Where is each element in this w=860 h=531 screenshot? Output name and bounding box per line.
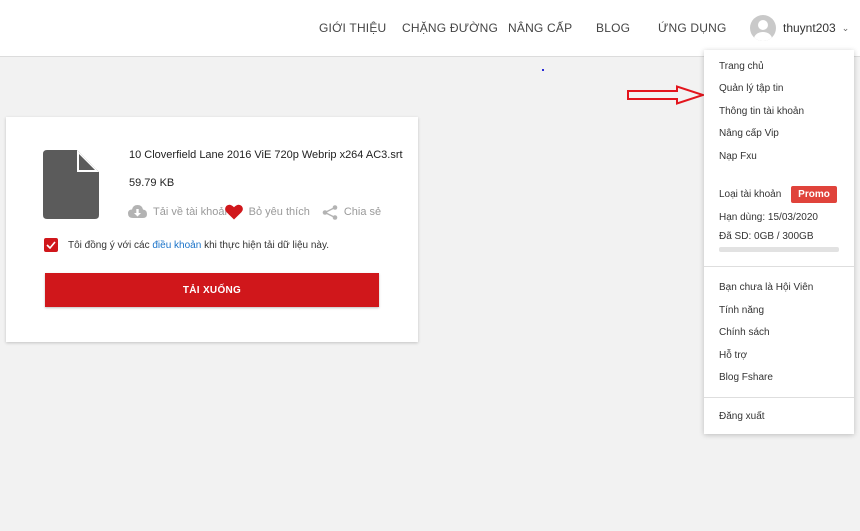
menu-item-topup-fxu[interactable]: Nạp Fxu [719, 151, 757, 162]
menu-item-membership[interactable]: Bạn chưa là Hội Viên [719, 282, 813, 293]
terms-agreement: Tôi đồng ý với các điều khoản khi thực h… [44, 238, 329, 252]
terms-text-after: khi thực hiện tải dữ liệu này. [204, 239, 330, 251]
menu-divider [704, 397, 854, 398]
terms-checkbox[interactable] [44, 238, 58, 252]
username: thuynt203 [783, 21, 836, 35]
chevron-down-icon: ⌄ [841, 22, 850, 33]
share-icon [322, 204, 338, 220]
annotation-arrow [627, 85, 705, 105]
checkmark-icon [46, 241, 56, 249]
download-to-account-label: Tải về tài khoản [153, 206, 231, 218]
nav-apps[interactable]: ỨNG DỤNG [658, 21, 727, 35]
file-name: 10 Cloverfield Lane 2016 ViE 720p Webrip… [129, 149, 403, 161]
menu-item-features[interactable]: Tính năng [719, 305, 764, 316]
account-expiry: Hạn dùng: 15/03/2020 [719, 212, 818, 223]
download-button[interactable]: TẢI XUỐNG [45, 273, 379, 307]
unfavorite-button[interactable]: Bỏ yêu thích [224, 204, 310, 220]
terms-text-before: Tôi đồng ý với các [68, 239, 150, 251]
account-type-label: Loại tài khoản [719, 189, 782, 200]
account-type-badge: Promo [791, 186, 837, 203]
menu-item-account-info[interactable]: Thông tin tài khoản [719, 106, 804, 117]
file-card: 10 Cloverfield Lane 2016 ViE 720p Webrip… [6, 117, 418, 342]
menu-item-home[interactable]: Trang chủ [719, 61, 764, 72]
menu-item-support[interactable]: Hỗ trợ [719, 350, 747, 361]
nav-about[interactable]: GIỚI THIỆU [319, 21, 386, 35]
user-icon [754, 20, 772, 41]
file-actions: Tải về tài khoản Bỏ yêu thích Chia sẻ [128, 203, 381, 221]
download-to-account-button[interactable]: Tải về tài khoản [128, 205, 231, 219]
storage-used: Đã SD: 0GB / 300GB [719, 231, 814, 242]
unfavorite-label: Bỏ yêu thích [248, 206, 310, 218]
menu-item-file-manager[interactable]: Quản lý tập tin [719, 83, 783, 94]
top-navbar: GIỚI THIỆU CHẶNG ĐƯỜNG NÂNG CẤP BLOG ỨNG… [0, 0, 860, 57]
heart-icon [224, 204, 243, 220]
share-label: Chia sẻ [343, 206, 382, 218]
nav-milestones[interactable]: CHẶNG ĐƯỜNG [402, 21, 498, 35]
avatar [750, 15, 776, 41]
menu-divider [704, 266, 854, 267]
cloud-download-icon [128, 205, 147, 218]
storage-usage-bar [719, 247, 839, 252]
share-button[interactable]: Chia sẻ [322, 204, 382, 220]
menu-item-upgrade-vip[interactable]: Nâng cấp Vip [719, 128, 779, 139]
stray-dot [542, 69, 544, 71]
menu-item-policy[interactable]: Chính sách [719, 327, 770, 338]
user-menu-toggle[interactable]: thuynt203 ⌄ [750, 14, 849, 42]
file-icon [43, 150, 99, 219]
user-dropdown-menu: Trang chủ Quản lý tập tin Thông tin tài … [704, 50, 854, 434]
terms-link[interactable]: điều khoản [152, 240, 201, 251]
file-size: 59.79 KB [129, 177, 175, 189]
menu-item-logout[interactable]: Đăng xuất [719, 411, 765, 422]
nav-upgrade[interactable]: NÂNG CẤP [508, 21, 572, 35]
menu-item-blog-fshare[interactable]: Blog Fshare [719, 372, 773, 383]
nav-blog[interactable]: BLOG [596, 21, 630, 35]
